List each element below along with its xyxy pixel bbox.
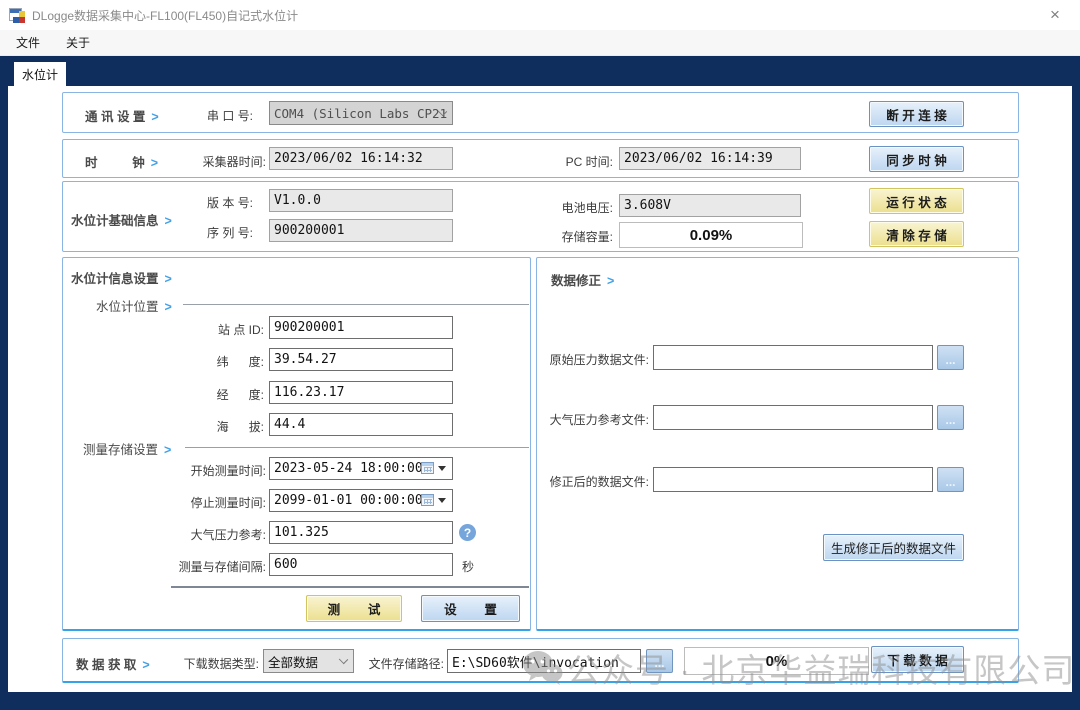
station-id-field[interactable] <box>269 316 453 339</box>
divider <box>185 447 529 448</box>
station-id-label: 站 点 ID: <box>121 321 264 338</box>
window-title: DLogge数据采集中心-FL100(FL450)自记式水位计 <box>32 7 298 24</box>
corrected-file-label: 修正后的数据文件: <box>541 473 649 490</box>
datepicker-icon[interactable] <box>421 494 446 506</box>
divider <box>171 586 529 588</box>
chevron-right-icon: > <box>151 110 158 124</box>
chevron-right-icon: > <box>151 156 158 170</box>
battery-voltage-label: 电池电压: <box>513 199 613 216</box>
collector-time-label: 采集器时间: <box>163 153 266 170</box>
altitude-field[interactable] <box>269 413 453 436</box>
help-icon[interactable]: ? <box>459 524 476 541</box>
collector-time-field[interactable] <box>269 147 453 170</box>
raw-pressure-file-field[interactable] <box>653 345 933 370</box>
pc-time-field[interactable] <box>619 147 801 170</box>
version-field[interactable] <box>269 189 453 212</box>
group-data-acquisition: 数 据 获 取 > 下载数据类型: 全部数据 文件存储路径: ... 0% 下 载… <box>62 638 1019 683</box>
group-data-correction: 数据修正 > 原始压力数据文件: ... 大气压力参考文件: ... 修正后的数据… <box>536 257 1019 631</box>
version-label: 版 本 号: <box>163 194 253 211</box>
corrected-file-field[interactable] <box>653 467 933 492</box>
latitude-label: 纬 度: <box>121 353 264 370</box>
group-label-data-correction: 数据修正 <box>551 274 601 288</box>
download-progressbar: 0% <box>684 647 869 675</box>
longitude-field[interactable] <box>269 381 453 404</box>
longitude-label: 经 度: <box>121 386 264 403</box>
atm-pressure-file-label: 大气压力参考文件: <box>541 411 649 428</box>
divider <box>183 304 529 305</box>
run-status-button[interactable]: 运 行 状 态 <box>869 188 964 214</box>
start-time-label: 开始测量时间: <box>121 462 266 479</box>
battery-voltage-field[interactable] <box>619 194 801 217</box>
title-bar: DLogge数据采集中心-FL100(FL450)自记式水位计 × <box>0 0 1080 30</box>
menu-bar: 文件 关于 <box>0 30 1080 56</box>
group-basic-info: 水位计基础信息> 版 本 号: 序 列 号: 电池电压: 存储容量: 0.09%… <box>62 181 1019 252</box>
sub-label-gauge-position: 水位计位置 <box>96 300 159 314</box>
test-button[interactable]: 测 试 <box>306 595 402 622</box>
browse-raw-file-button[interactable]: ... <box>937 345 964 370</box>
interval-field[interactable] <box>269 553 453 576</box>
app-icon <box>9 7 25 23</box>
group-label-basic-info: 水位计基础信息 <box>71 214 159 228</box>
pressure-ref-field[interactable] <box>269 521 453 544</box>
interval-unit-label: 秒 <box>462 558 474 575</box>
browse-corrected-file-button[interactable]: ... <box>937 467 964 492</box>
group-label-communication: 通 讯 设 置 <box>85 110 145 124</box>
altitude-label: 海 拔: <box>121 418 264 435</box>
serial-number-label: 序 列 号: <box>163 224 253 241</box>
storage-path-field[interactable] <box>447 649 641 673</box>
disconnect-button[interactable]: 断 开 连 接 <box>869 101 964 127</box>
storage-path-label: 文件存储路径: <box>363 655 444 672</box>
download-type-label: 下载数据类型: <box>153 655 259 672</box>
group-info-settings: 水位计信息设置 > 水位计位置 > 站 点 ID: 纬 度: 经 度: 海 拔: 测… <box>62 257 531 631</box>
menu-file[interactable]: 文件 <box>6 34 50 51</box>
storage-capacity-progressbar: 0.09% <box>619 222 803 248</box>
chevron-right-icon: > <box>165 300 172 314</box>
close-icon[interactable]: × <box>1044 5 1066 25</box>
chevron-right-icon: > <box>165 272 172 286</box>
chevron-right-icon: > <box>142 658 149 672</box>
raw-pressure-file-label: 原始压力数据文件: <box>541 351 649 368</box>
interval-label: 测量与存储间隔: <box>121 558 266 575</box>
browse-path-button[interactable]: ... <box>646 649 673 673</box>
menu-about[interactable]: 关于 <box>56 34 100 51</box>
atm-pressure-file-field[interactable] <box>653 405 933 430</box>
clear-storage-button[interactable]: 清 除 存 储 <box>869 221 964 247</box>
download-data-button[interactable]: 下 载 数 据 <box>871 646 964 673</box>
pc-time-label: PC 时间: <box>513 153 613 170</box>
serial-port-combobox: COM4 (Silicon Labs CP21 <box>269 101 453 125</box>
main-panel: 通 讯 设 置> 串 口 号: COM4 (Silicon Labs CP21 … <box>8 86 1072 692</box>
serial-number-field[interactable] <box>269 219 453 242</box>
set-button[interactable]: 设 置 <box>421 595 520 622</box>
group-clock: 时 钟 > 采集器时间: PC 时间: 同 步 时 钟 <box>62 139 1019 178</box>
stop-time-label: 停止测量时间: <box>121 494 266 511</box>
group-communication-settings: 通 讯 设 置> 串 口 号: COM4 (Silicon Labs CP21 … <box>62 92 1019 133</box>
chevron-right-icon: > <box>164 443 171 457</box>
browse-atm-file-button[interactable]: ... <box>937 405 964 430</box>
download-type-value: 全部数据 <box>268 652 318 671</box>
generate-corrected-file-button[interactable]: 生成修正后的数据文件 <box>823 534 964 561</box>
datepicker-icon[interactable] <box>421 462 446 474</box>
group-label-clock: 时 钟 <box>85 156 145 170</box>
tab-water-level-gauge[interactable]: 水位计 <box>14 62 66 87</box>
download-type-combobox[interactable]: 全部数据 <box>263 649 354 673</box>
sub-label-measure-storage: 测量存储设置 <box>83 443 158 457</box>
sync-clock-button[interactable]: 同 步 时 钟 <box>869 146 964 172</box>
latitude-field[interactable] <box>269 348 453 371</box>
chevron-right-icon: > <box>607 274 614 288</box>
group-label-data-acquisition: 数 据 获 取 <box>76 658 136 672</box>
serial-port-value: COM4 (Silicon Labs CP21 <box>274 106 447 121</box>
serial-port-label: 串 口 号: <box>163 107 253 124</box>
storage-capacity-label: 存储容量: <box>513 228 613 245</box>
chevron-down-icon <box>339 655 348 664</box>
pressure-ref-label: 大气压力参考: <box>121 526 266 543</box>
group-label-info-settings: 水位计信息设置 <box>71 272 159 286</box>
